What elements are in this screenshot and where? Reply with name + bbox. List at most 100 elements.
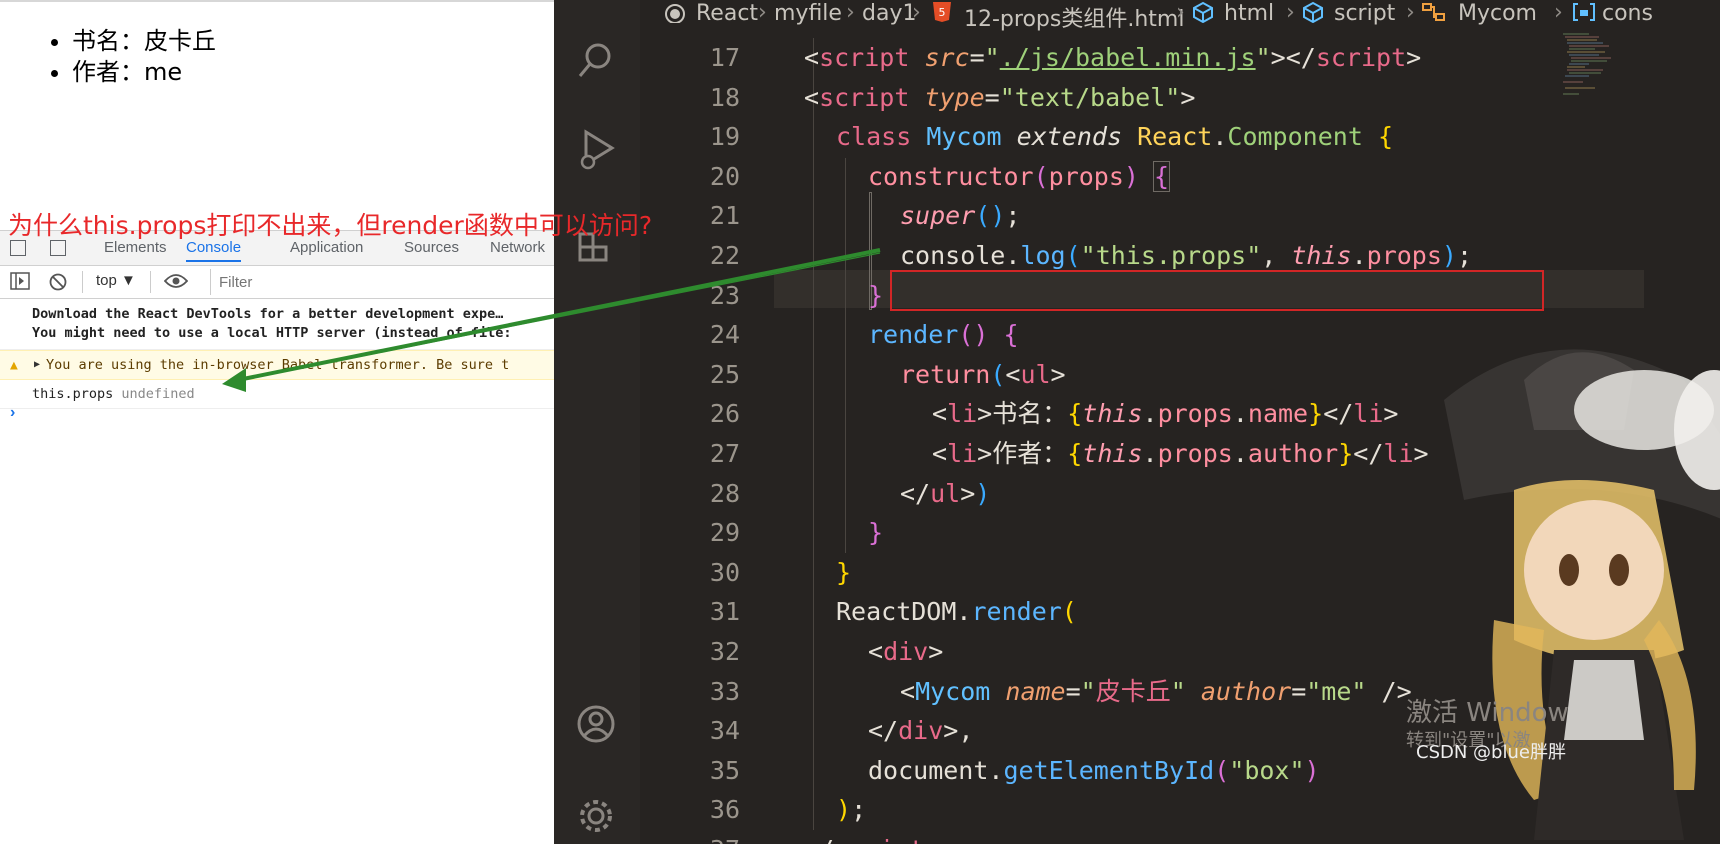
clear-console-icon[interactable] [48,272,68,296]
breadcrumb-constructor[interactable]: cons [1602,1,1653,26]
run-debug-icon[interactable] [576,128,616,170]
code-line-37: </script> [804,830,939,844]
html5-icon: 5 [932,1,952,29]
tip-line-1: Download the React DevTools for a better… [32,306,504,322]
console-prompt-chevron-icon[interactable]: › [10,404,15,422]
breadcrumb-separator: › [1286,0,1295,25]
code-line-29: } [868,518,884,548]
line-number: 36 [709,795,740,825]
console-filter-input[interactable] [210,269,554,295]
line-number: 29 [709,518,740,548]
indent-guide [845,158,846,553]
line-number: 17 [709,43,740,72]
activity-bar [554,0,640,844]
page-top-border [0,0,554,2]
line-number: 37 [650,830,740,844]
sidebar-toggle-icon[interactable] [10,272,30,294]
breadcrumb-separator: › [1554,0,1563,25]
line-number: 28 [709,478,740,508]
cube-icon [1302,1,1324,29]
breadcrumb-day1[interactable]: day1 [862,1,916,26]
line-number: 30 [709,557,740,587]
line-number: 32 [709,637,740,666]
minimap[interactable] [1559,30,1619,110]
breadcrumb-separator: › [846,0,855,25]
line-number: 25 [709,359,740,389]
code-line-26: <li>书名：{this.props.name}</li> [932,399,1399,429]
code-line-25: return(<ul> [900,359,1066,389]
props-log-message: this.props undefined [0,380,554,409]
breadcrumb-file[interactable]: 12-props类组件.html [964,1,1184,33]
line-number: 22 [709,241,740,270]
breadcrumb-separator: › [1176,0,1185,25]
book-author-item: 作者：me [72,57,216,88]
devtools-tip-message: Download the React DevTools for a better… [0,299,554,350]
windows-activation-watermark: 激活 Window [1406,698,1569,728]
cube-icon [1192,1,1214,29]
code-line-34: </div>, [868,716,974,746]
breadcrumb: React › myfile › day1 › 5 12-props类组件.ht… [640,0,1720,32]
class-icon [1422,1,1446,29]
rendered-book-list: 书名：皮卡丘 作者：me [48,26,216,88]
device-toolbar-icon[interactable] [50,240,66,256]
code-line-18: <script type="text/babel"> [804,82,1196,112]
line-number: 26 [709,399,740,429]
line-number: 20 [709,161,740,191]
code-line-24: render() { [868,320,1019,350]
warning-icon: ▲ [10,358,18,373]
context-selector[interactable]: top ▼ [96,272,136,289]
console-toolbar: top ▼ [0,266,554,299]
warning-text: You are using the in-browser Babel trans… [46,357,510,373]
svg-text:5: 5 [939,6,946,19]
code-line-23: } [868,280,884,310]
toolbar-divider [150,271,151,293]
line-number: 24 [709,320,740,350]
code-line-32: <div> [868,637,944,666]
line-number: 35 [709,755,740,785]
breadcrumb-myfile[interactable]: myfile [774,1,842,26]
console-output: Download the React DevTools for a better… [0,299,554,409]
context-selector-label: top [96,272,117,289]
inspect-element-icon[interactable] [10,240,26,256]
code-line-33: <Mycom name="皮卡丘" author="me" /> [900,676,1412,706]
breadcrumb-folder-icon [664,1,686,29]
line-number: 18 [709,82,740,112]
csdn-credit-watermark: CSDN @blue胖胖 [1416,742,1566,763]
code-line-17: <script src="./js/babel.min.js"></script… [804,43,1422,72]
line-number: 23 [709,280,740,310]
breadcrumb-separator: › [758,0,767,25]
variable-icon [1572,1,1596,29]
settings-gear-icon[interactable] [576,796,616,836]
search-icon[interactable] [576,40,616,80]
code-line-20: constructor(props) { [868,160,1171,192]
question-annotation: 为什么this.props打印不出来，但render函数中可以访问? [8,211,653,240]
code-line-36: ); [836,795,867,825]
dropdown-arrow-icon: ▼ [121,272,136,289]
log-label: this.props [32,386,114,402]
expand-triangle-icon[interactable]: ▶ [34,359,40,370]
line-number: 19 [709,122,740,152]
log-value: undefined [121,386,195,402]
book-name-item: 书名：皮卡丘 [72,26,216,57]
breadcrumb-react[interactable]: React [696,1,758,26]
code-line-28: </ul>) [900,478,991,508]
toolbar-divider [82,271,83,293]
line-number: 21 [709,201,740,231]
indent-guide [813,38,814,830]
code-editor: React › myfile › day1 › 5 12-props类组件.ht… [554,0,1720,844]
live-expression-eye-icon[interactable] [163,272,189,294]
breadcrumb-html[interactable]: html [1224,1,1274,26]
tab-console[interactable]: Console [186,239,242,262]
breadcrumb-separator: › [1406,0,1415,25]
code-line-21: super(); [900,201,1021,231]
breadcrumb-mycom[interactable]: Mycom [1458,1,1537,26]
tip-line-2: You might need to use a local HTTP serve… [32,325,512,341]
code-line-30: } [836,557,852,587]
breadcrumb-script[interactable]: script [1334,1,1395,26]
code-line-31: ReactDOM.render( [836,597,1077,627]
line-number: 31 [709,597,740,627]
breadcrumb-separator: › [912,0,921,25]
babel-warning-message[interactable]: ▲ ▶ You are using the in-browser Babel t… [0,350,554,380]
line-number: 33 [709,676,740,706]
account-icon[interactable] [576,704,616,744]
